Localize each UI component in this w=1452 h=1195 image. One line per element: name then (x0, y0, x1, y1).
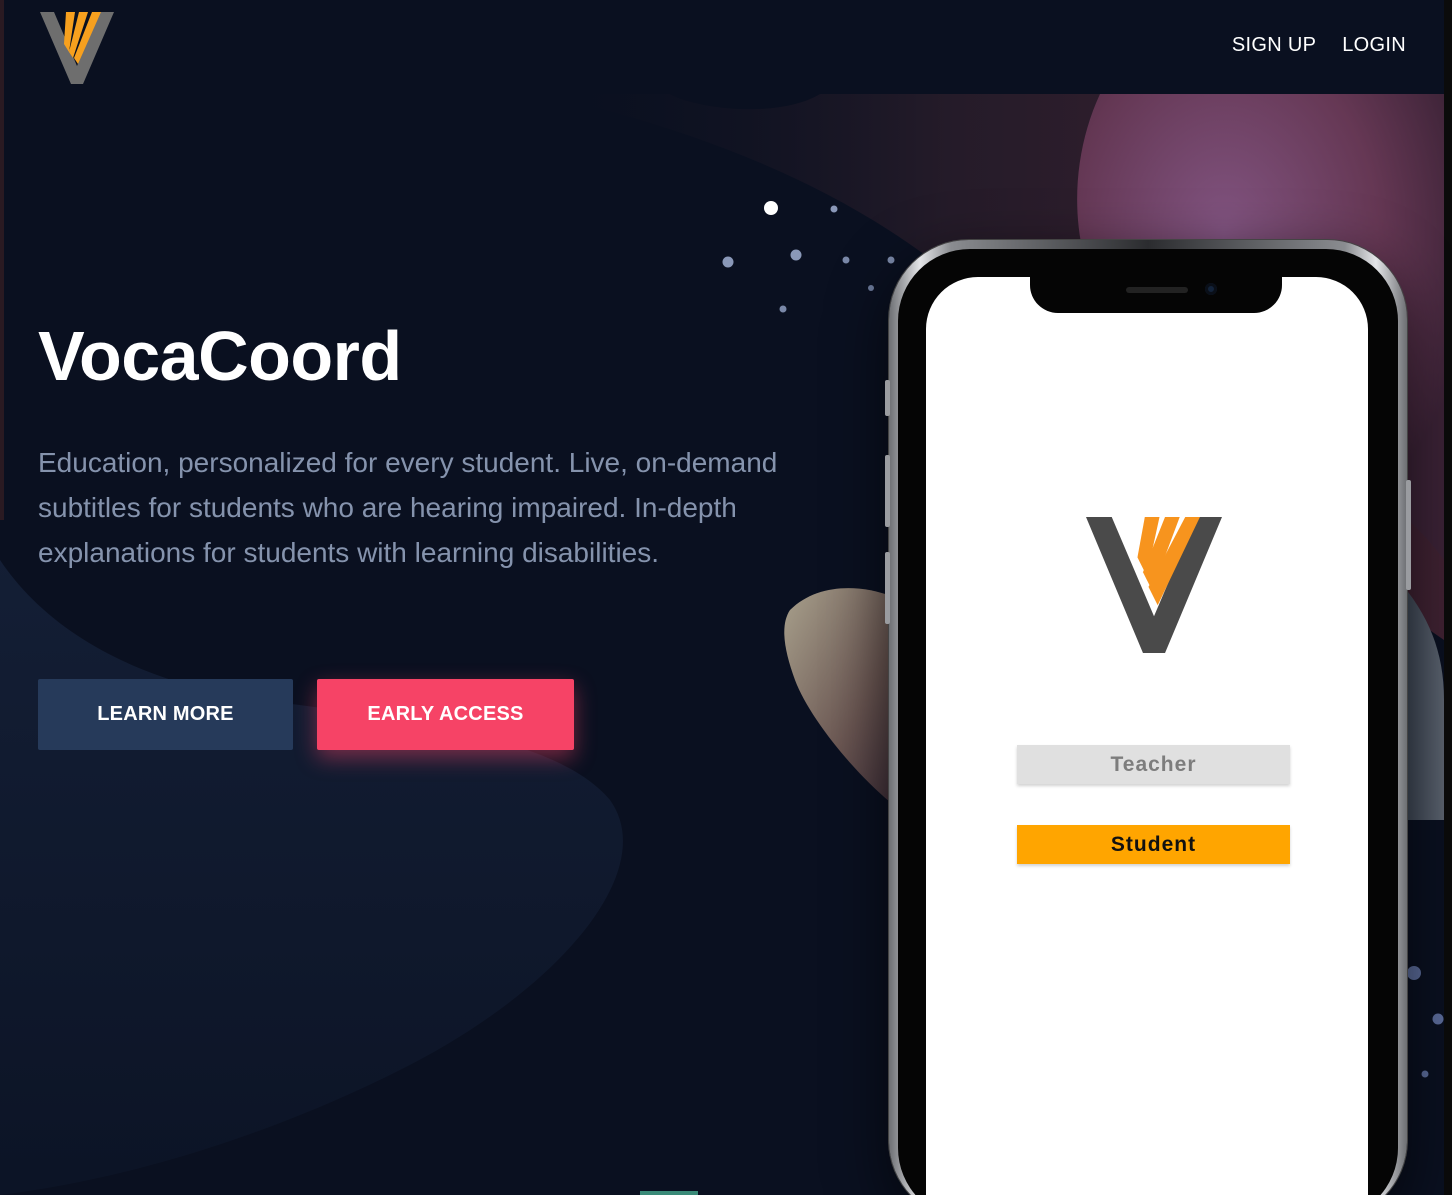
early-access-button[interactable]: EARLY ACCESS (317, 679, 574, 750)
phone-silent-switch (885, 380, 890, 416)
vocacoord-logo-icon[interactable] (40, 12, 114, 86)
phone-camera-icon (1205, 283, 1217, 295)
phone-mockup: Teacher Student (885, 240, 1411, 1195)
hero-title: VocaCoord (38, 317, 402, 395)
teacher-button[interactable]: Teacher (1017, 745, 1290, 784)
learn-more-button[interactable]: LEARN MORE (38, 679, 293, 750)
phone-screen: Teacher Student (926, 277, 1368, 1195)
app-vocacoord-logo-icon (1086, 517, 1222, 653)
phone-notch (1030, 277, 1282, 313)
phone-volume-down-button (885, 552, 890, 624)
phone-volume-up-button (885, 455, 890, 527)
landing-page: SIGN UP LOGIN VocaCoord Education, perso… (0, 0, 1452, 1195)
phone-power-button (1406, 480, 1411, 590)
phone-speaker (1126, 287, 1188, 293)
student-button[interactable]: Student (1017, 825, 1290, 864)
hero-description: Education, personalized for every studen… (38, 447, 778, 568)
phone-bezel: Teacher Student (898, 249, 1398, 1195)
top-navigation: SIGN UP LOGIN (1232, 34, 1406, 57)
sign-up-link[interactable]: SIGN UP (1232, 34, 1316, 57)
login-link[interactable]: LOGIN (1342, 34, 1406, 57)
